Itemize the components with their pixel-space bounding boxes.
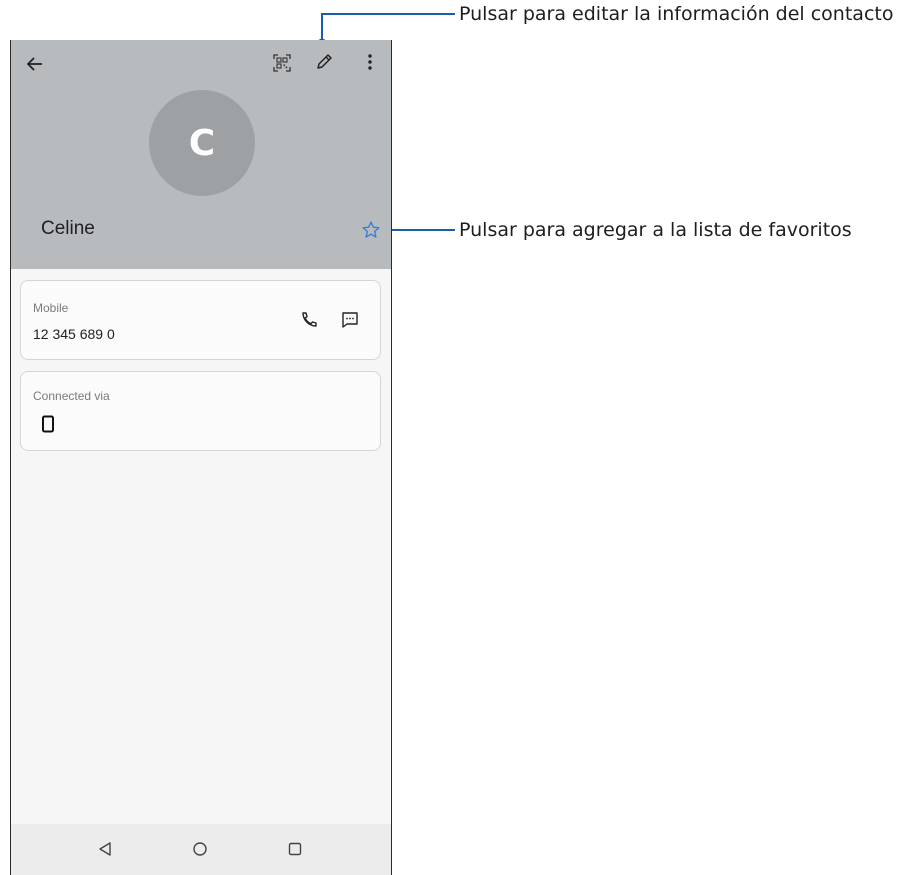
nav-home-icon[interactable] (192, 841, 208, 857)
annotation-edit-text: Pulsar para editar la información del co… (459, 3, 894, 25)
contact-name: Celine (41, 218, 95, 239)
contact-header: C Celine (11, 40, 391, 269)
connected-via-label: Connected via (33, 389, 110, 403)
more-vert-icon[interactable] (360, 52, 380, 72)
qr-code-icon[interactable] (272, 53, 292, 73)
nav-back-icon[interactable] (97, 841, 113, 857)
system-navigation-bar (11, 824, 391, 875)
arrow-left-icon[interactable] (25, 54, 45, 74)
phone-icon[interactable] (300, 311, 318, 329)
pencil-icon[interactable] (314, 52, 334, 72)
phone-number: 12 345 689 0 (33, 326, 115, 342)
connected-via-card: Connected via (20, 371, 381, 451)
phone-number-card[interactable]: Mobile 12 345 689 0 (20, 280, 381, 360)
nav-recents-icon[interactable] (287, 841, 303, 857)
phone-screen: C Celine Mobile 12 345 689 0 Connected v… (10, 40, 392, 875)
avatar: C (149, 90, 255, 196)
smartphone-icon[interactable] (41, 415, 55, 433)
star-outline-icon[interactable] (361, 220, 381, 240)
message-icon[interactable] (340, 310, 360, 330)
mobile-label: Mobile (33, 301, 69, 315)
annotation-favorite-text: Pulsar para agregar a la lista de favori… (459, 219, 852, 241)
